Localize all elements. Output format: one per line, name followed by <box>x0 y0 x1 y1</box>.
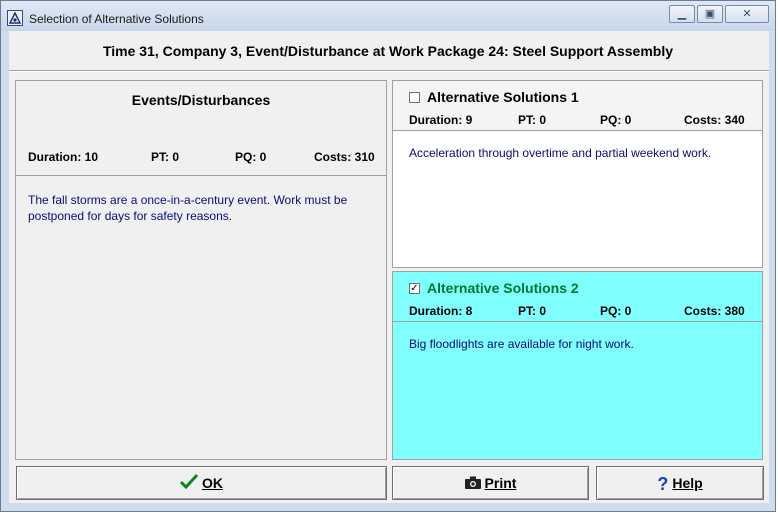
alternative-2-pq: PQ: 0 <box>600 304 632 318</box>
alternative-panel-2[interactable]: ✓ Alternative Solutions 2 Duration: 8 PT… <box>392 271 763 460</box>
event-description: The fall storms are a once-in-a-century … <box>28 193 348 223</box>
alternative-2-pt: PT: 0 <box>518 304 547 318</box>
alternative-1-title: Alternative Solutions 1 <box>427 89 579 105</box>
alternative-2-duration: Duration: 8 <box>409 304 473 318</box>
alternative-1-pt: PT: 0 <box>518 113 547 127</box>
app-icon <box>7 10 23 26</box>
alternative-1-duration: Duration: 9 <box>409 113 473 127</box>
alternative-1-pq: PQ: 0 <box>600 113 632 127</box>
restore-icon: ▣ <box>704 8 716 20</box>
camera-icon <box>464 468 481 500</box>
event-duration: Duration: 10 <box>28 150 99 164</box>
print-button[interactable]: Print <box>392 466 589 500</box>
divider-highlight <box>9 71 769 72</box>
event-costs: Costs: 310 <box>314 150 375 164</box>
title-bar[interactable]: Selection of Alternative Solutions ▁ ▣ ✕ <box>1 1 775 31</box>
alternative-2-header[interactable]: ✓ Alternative Solutions 2 Duration: 8 PT… <box>393 272 762 322</box>
alternative-2-costs: Costs: 380 <box>684 304 745 318</box>
ok-button-label: OK <box>202 475 223 491</box>
event-divider <box>16 175 386 176</box>
event-pq: PQ: 0 <box>235 150 267 164</box>
window-title: Selection of Alternative Solutions <box>29 12 204 26</box>
alternative-2-title: Alternative Solutions 2 <box>427 280 579 296</box>
question-icon: ? <box>657 474 669 495</box>
alternative-1-checkbox[interactable] <box>409 92 420 103</box>
alternative-2-description: Big floodlights are available for night … <box>409 337 634 351</box>
alternative-1-costs: Costs: 340 <box>684 113 745 127</box>
alternative-1-description: Acceleration through overtime and partia… <box>409 146 712 160</box>
minimize-button[interactable]: ▁ <box>669 5 695 23</box>
help-button-label: Help <box>672 475 703 491</box>
alternative-panel-1[interactable]: Alternative Solutions 1 Duration: 9 PT: … <box>392 80 763 268</box>
event-panel: Events/Disturbances Duration: 10 PT: 0 P… <box>15 80 387 460</box>
close-icon: ✕ <box>742 8 752 20</box>
page-title: Time 31, Company 3, Event/Disturbance at… <box>102 43 674 59</box>
event-pt: PT: 0 <box>151 150 180 164</box>
help-button[interactable]: ? Help <box>596 466 764 500</box>
alternative-2-checkbox[interactable]: ✓ <box>409 283 420 294</box>
alternative-1-header[interactable]: Alternative Solutions 1 Duration: 9 PT: … <box>393 81 762 131</box>
dialog-window: Selection of Alternative Solutions ▁ ▣ ✕… <box>0 0 776 512</box>
ok-button[interactable]: OK <box>16 466 387 500</box>
close-button[interactable]: ✕ <box>725 5 769 23</box>
event-panel-title: Events/Disturbances <box>131 92 271 108</box>
minimize-icon: ▁ <box>677 8 687 20</box>
print-button-label: Print <box>484 475 517 491</box>
restore-button[interactable]: ▣ <box>697 5 723 23</box>
check-icon <box>179 468 199 500</box>
dialog-body: Time 31, Company 3, Event/Disturbance at… <box>9 31 769 503</box>
